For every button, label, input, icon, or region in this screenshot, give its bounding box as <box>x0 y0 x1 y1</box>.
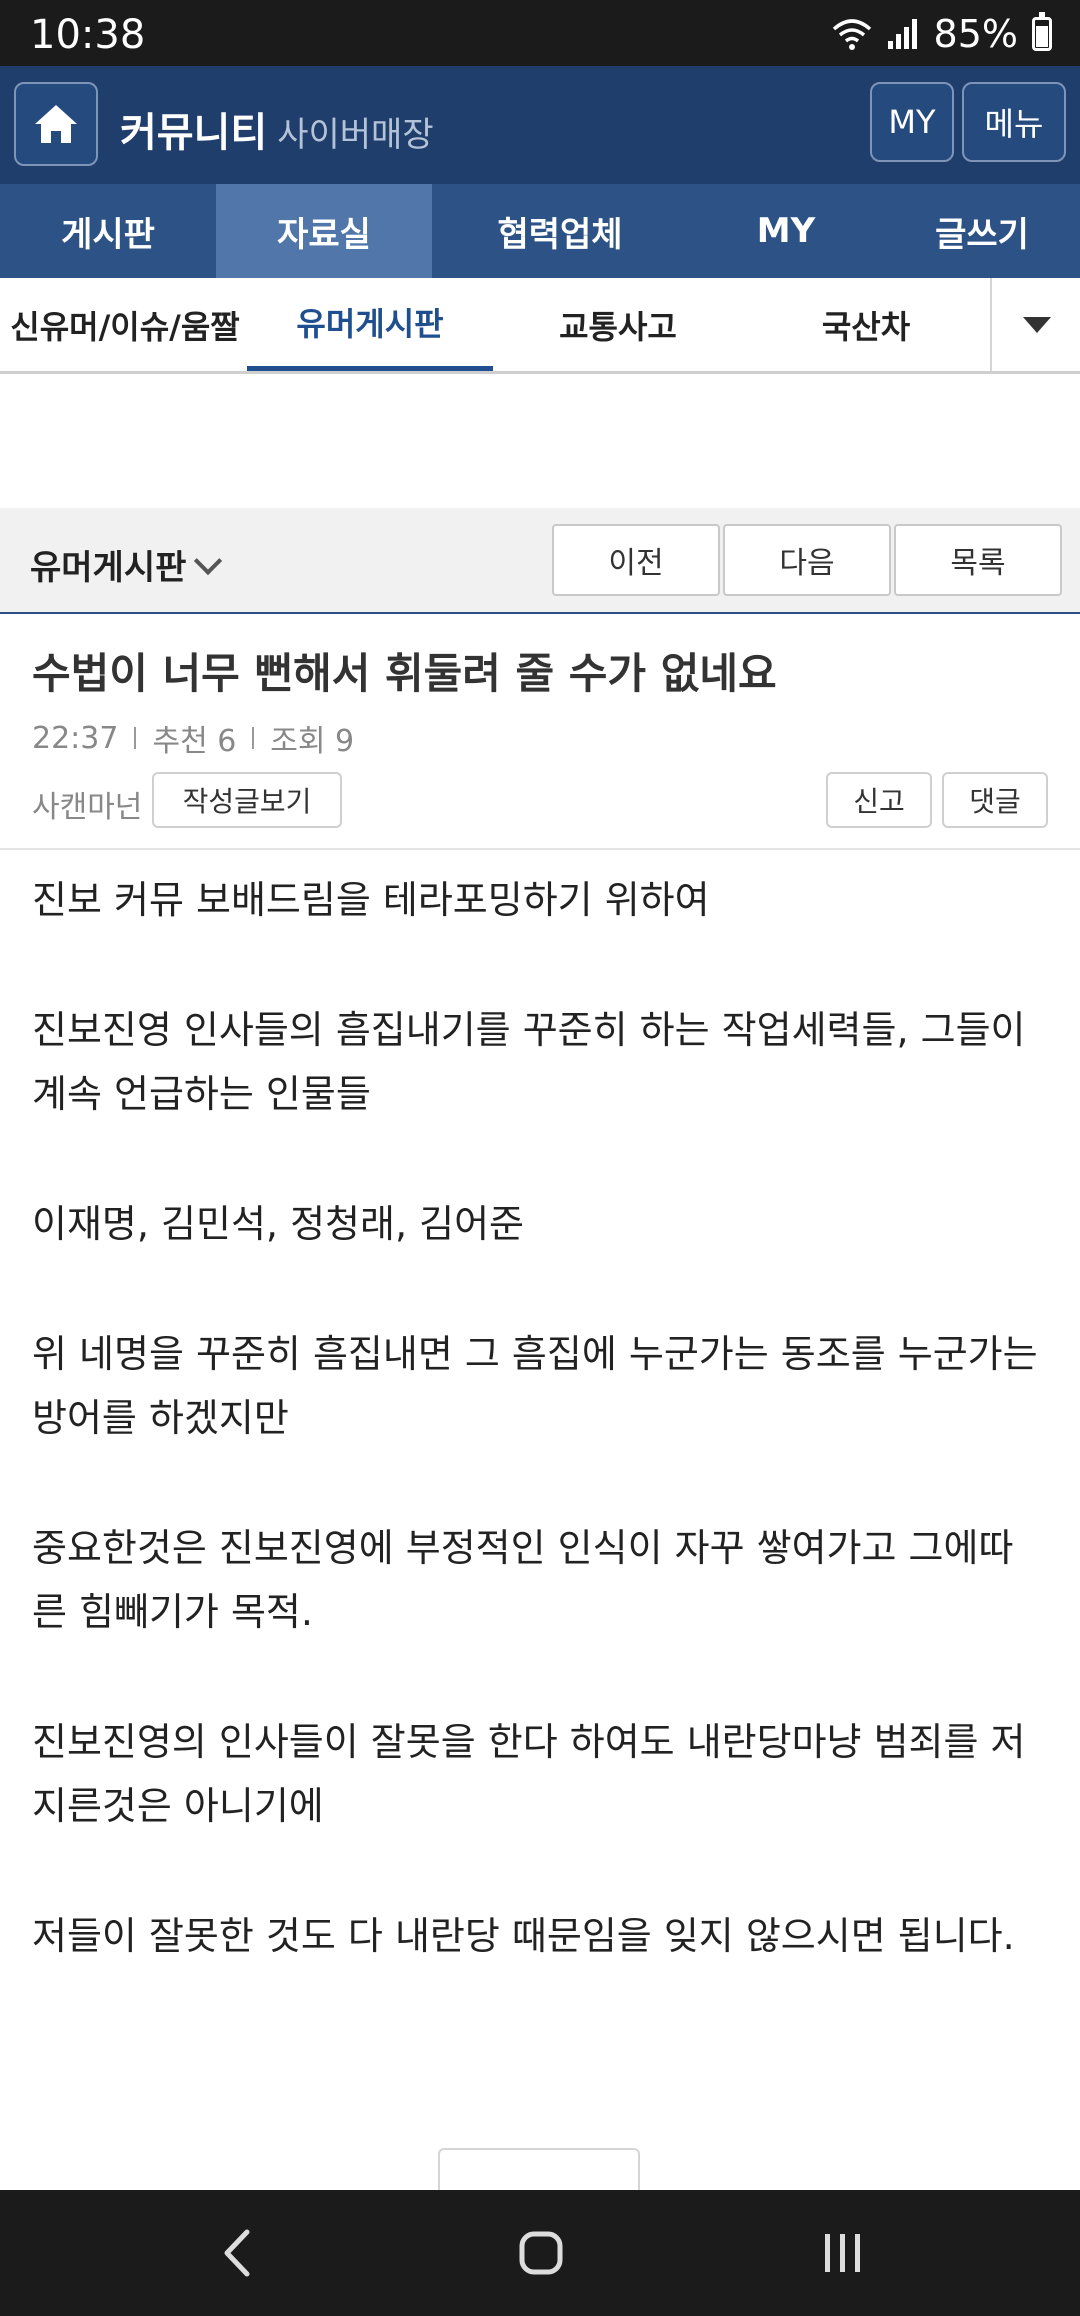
battery-icon <box>1032 12 1052 51</box>
wifi-icon <box>832 19 871 50</box>
tab-domestic-car[interactable]: 국산차 <box>743 278 989 371</box>
author-row: 사캔마넌 작성글보기 신고 댓글 <box>32 772 1048 828</box>
nav-board[interactable]: 게시판 <box>0 184 216 278</box>
comment-button[interactable]: 댓글 <box>942 772 1048 828</box>
status-icons: 85% <box>832 12 1052 56</box>
home-icon <box>35 105 77 143</box>
brand-subtitle: 사이버매장 <box>277 115 434 155</box>
triangle-down-icon <box>1023 316 1051 333</box>
status-bar: 10:38 85% <box>0 0 1080 66</box>
meta-separator <box>134 727 137 749</box>
tab-humor-board[interactable]: 유머게시판 <box>247 278 493 371</box>
chevron-down-icon <box>194 546 223 575</box>
post-paragraph: 진보진영 인사들의 흠집내기를 꾸준히 하는 작업세력들, 그들이 계속 언급하… <box>32 1008 1026 1116</box>
post-meta: 22:37 추천 6 조회 9 <box>32 716 354 760</box>
post-body: 진보 커뮤 보배드림을 테라포밍하기 위하여 진보진영 인사들의 흠집내기를 꾸… <box>32 868 1048 2034</box>
brand[interactable]: 커뮤니티 사이버매장 <box>120 100 434 158</box>
home-circle-icon <box>519 2231 563 2275</box>
post-title: 수법이 너무 뻔해서 휘둘려 줄 수가 없네요 <box>32 649 777 698</box>
author-name[interactable]: 사캔마넌 <box>32 782 142 826</box>
back-icon <box>224 2229 250 2277</box>
divider <box>0 848 1080 850</box>
recent-apps-icon <box>825 2234 860 2272</box>
post-paragraph: 저들이 잘못한 것도 다 내란당 때문임을 잊지 않으시면 됩니다. <box>32 1914 1015 1958</box>
nav-archive[interactable]: 자료실 <box>216 184 432 278</box>
post-paragraph: 진보 커뮤 보배드림을 테라포밍하기 위하여 <box>32 878 710 922</box>
app-header: 커뮤니티 사이버매장 MY 메뉴 <box>0 66 1080 184</box>
view-author-posts-button[interactable]: 작성글보기 <box>152 772 342 828</box>
tab-dropdown-button[interactable] <box>990 278 1080 371</box>
post-paragraph: 위 네명을 꾸준히 흠집내면 그 흠집에 누군가는 동조를 누군가는 방어를 하… <box>32 1332 1038 1440</box>
status-time: 10:38 <box>30 12 146 58</box>
post-paragraph: 이재명, 김민석, 정청래, 김어준 <box>32 1202 524 1246</box>
next-button[interactable]: 다음 <box>723 524 891 596</box>
my-button[interactable]: MY <box>870 82 954 162</box>
report-button[interactable]: 신고 <box>826 772 932 828</box>
sub-tabs: 신유머/이슈/움짤 유머게시판 교통사고 국산차 <box>0 278 1080 374</box>
nav-my[interactable]: MY <box>688 184 884 278</box>
board-selector[interactable]: 유머게시판 <box>30 540 223 589</box>
system-nav-bar <box>0 2190 1080 2316</box>
signal-icon <box>887 19 917 49</box>
nav-partners[interactable]: 협력업체 <box>432 184 688 278</box>
board-title: 유머게시판 <box>30 548 187 588</box>
recent-apps-button[interactable] <box>808 2218 878 2288</box>
home-button[interactable] <box>14 82 98 166</box>
board-bar: 유머게시판 이전 다음 목록 <box>0 508 1080 614</box>
post-recommend-count: 추천 6 <box>152 724 237 759</box>
post-paragraph: 중요한것은 진보진영에 부정적인 인식이 자꾸 쌓여가고 그에따른 힘빼기가 목… <box>32 1526 1014 1634</box>
brand-title: 커뮤니티 <box>120 110 268 156</box>
home-nav-button[interactable] <box>506 2218 576 2288</box>
list-button[interactable]: 목록 <box>894 524 1062 596</box>
tab-traffic-accident[interactable]: 교통사고 <box>493 278 743 371</box>
meta-separator <box>252 727 255 749</box>
nav-write[interactable]: 글쓰기 <box>884 184 1080 278</box>
post-paragraph: 진보진영의 인사들이 잘못을 한다 하여도 내란당마냥 범죄를 저지른것은 아니… <box>32 1720 1026 1828</box>
post-view-count: 조회 9 <box>270 724 355 759</box>
menu-button[interactable]: 메뉴 <box>962 82 1066 162</box>
tab-new-humor[interactable]: 신유머/이슈/움짤 <box>0 278 250 371</box>
battery-percent: 85% <box>933 12 1018 56</box>
main-nav: 게시판 자료실 협력업체 MY 글쓰기 <box>0 184 1080 278</box>
prev-button[interactable]: 이전 <box>552 524 720 596</box>
post-time: 22:37 <box>32 720 119 756</box>
back-button[interactable] <box>204 2218 274 2288</box>
